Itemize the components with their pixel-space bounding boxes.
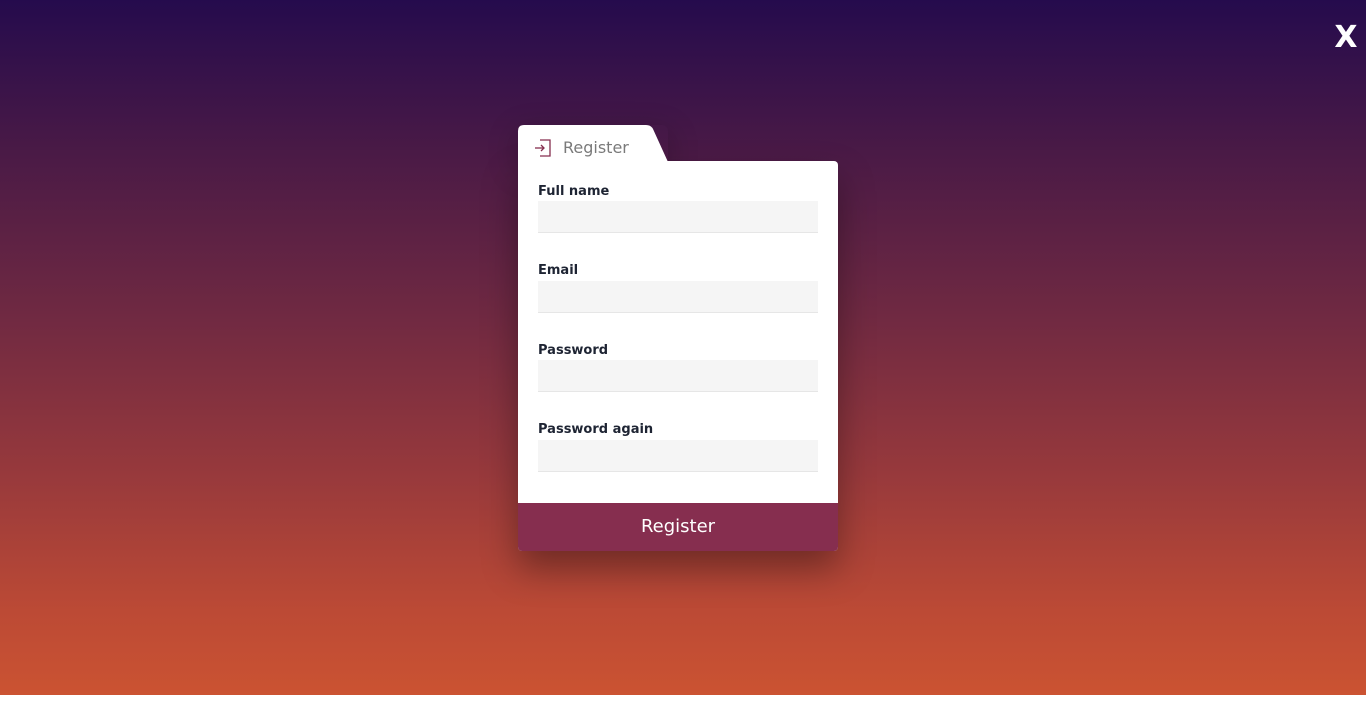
password-label: Password — [538, 343, 609, 358]
sign-in-icon — [534, 139, 552, 157]
register-card: Full name Email Password Password again … — [518, 161, 838, 551]
tab-register[interactable]: Register — [518, 125, 668, 162]
background-gradient: X Full name Email Password Password agai… — [0, 0, 1366, 695]
register-button[interactable]: Register — [518, 503, 838, 551]
tab-label: Register — [563, 138, 629, 157]
full-name-label: Full name — [538, 184, 610, 199]
full-name-field[interactable] — [538, 201, 818, 233]
password-again-label: Password again — [538, 422, 654, 437]
email-field[interactable] — [538, 281, 818, 313]
password-again-field[interactable] — [538, 440, 818, 472]
close-button[interactable]: X — [1333, 20, 1359, 56]
email-label: Email — [538, 263, 579, 278]
password-field[interactable] — [538, 360, 818, 392]
